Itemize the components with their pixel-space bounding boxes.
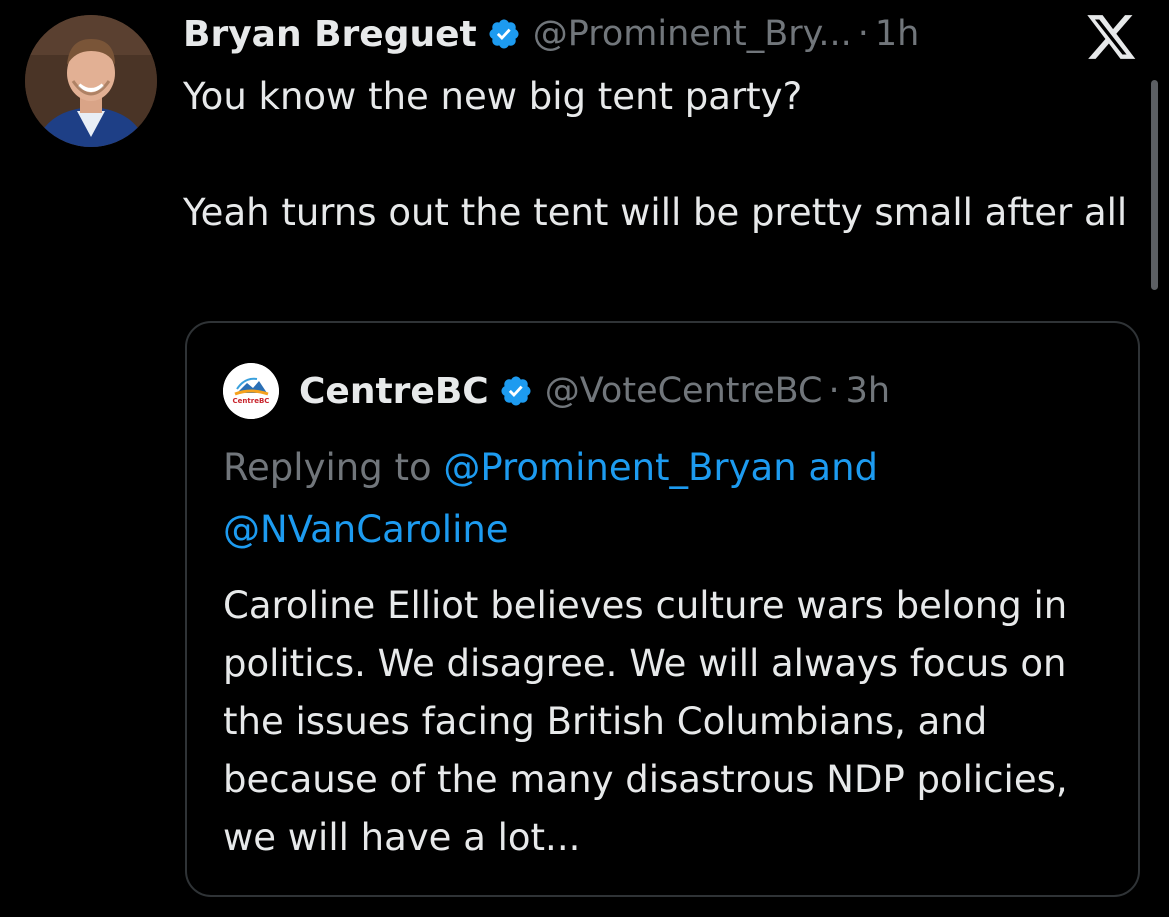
tweet-timestamp[interactable]: 1h: [875, 14, 919, 54]
separator-dot: ·: [828, 371, 840, 411]
quoted-author-avatar[interactable]: CentreBC: [223, 363, 279, 419]
quoted-author-handle[interactable]: @VoteCentreBC: [545, 371, 823, 411]
verified-badge-icon: [487, 17, 521, 51]
verified-badge-icon: [499, 374, 533, 408]
quoted-tweet-header: CentreBC CentreBC @VoteCentreBC · 3h: [223, 363, 890, 419]
tweet-header: Bryan Breguet @Prominent_Bry... · 1h: [183, 8, 919, 60]
quoted-tweet-timestamp[interactable]: 3h: [846, 371, 890, 411]
replying-prefix: Replying to: [223, 446, 444, 489]
replying-to-line: Replying to @Prominent_Bryan and @NVanCar…: [223, 437, 1103, 561]
quoted-tweet-card[interactable]: CentreBC CentreBC @VoteCentreBC · 3h Rep…: [185, 321, 1140, 897]
quoted-author-name[interactable]: CentreBC: [299, 371, 489, 412]
author-handle[interactable]: @Prominent_Bry...: [533, 14, 852, 54]
separator-dot: ·: [857, 14, 869, 54]
author-name[interactable]: Bryan Breguet: [183, 14, 477, 55]
tweet-text: You know the new big tent party? Yeah tu…: [183, 75, 1128, 234]
author-avatar[interactable]: [25, 15, 157, 147]
x-logo-icon: [1083, 13, 1137, 61]
mention-link-nvancaroline[interactable]: @NVanCaroline: [223, 508, 509, 551]
replying-and: and: [796, 446, 879, 489]
mention-link-prominent-bryan[interactable]: @Prominent_Bryan: [443, 446, 796, 489]
quoted-tweet-text: Caroline Elliot believes culture wars be…: [223, 584, 1068, 859]
quoted-avatar-text: CentreBC: [233, 397, 270, 405]
scrollbar[interactable]: [1151, 80, 1158, 290]
